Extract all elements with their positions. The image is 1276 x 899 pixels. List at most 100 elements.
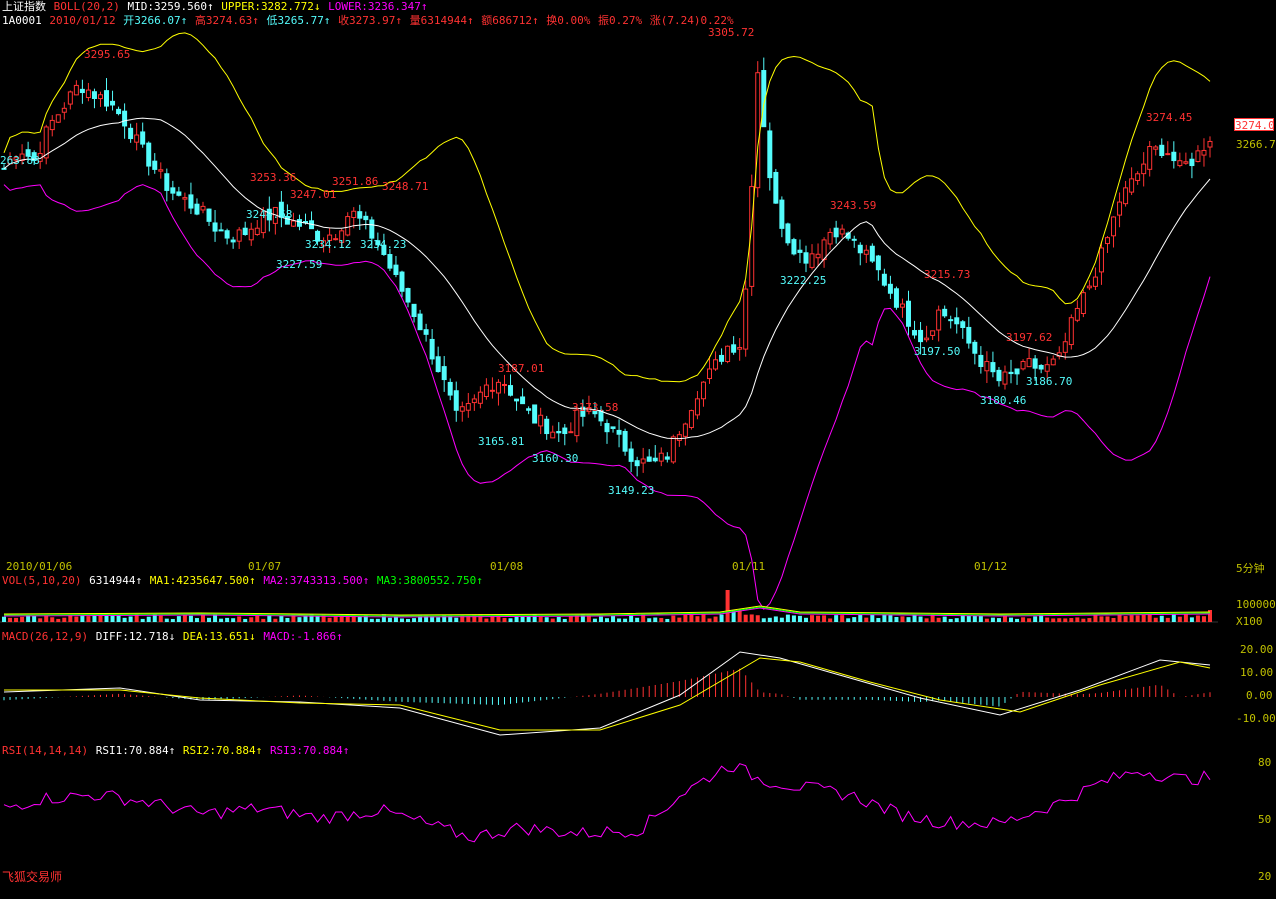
candle-body (188, 194, 194, 209)
candle-body (773, 171, 779, 204)
low-price-label: 3234.23 (360, 238, 406, 251)
volume-bar (635, 617, 640, 622)
candle-body (1074, 307, 1080, 321)
volume-bar (653, 617, 658, 622)
candle-body (1171, 151, 1177, 162)
candle-body (417, 313, 423, 331)
price-panel (1, 32, 1213, 610)
candle-body (73, 84, 79, 96)
high-price-label: 3197.62 (1006, 331, 1052, 344)
candle-body (737, 347, 743, 350)
volume-bar (32, 615, 37, 622)
volume-bar (399, 618, 404, 622)
volume-bar (840, 615, 845, 622)
volume-bar (912, 614, 917, 622)
volume-bar (996, 618, 1001, 622)
candle-body (116, 108, 122, 115)
candle-body (242, 227, 248, 236)
candle-body (49, 119, 55, 131)
candle-body (411, 303, 417, 318)
candle-body (236, 229, 242, 242)
volume-bar (1195, 615, 1200, 622)
volume-bar (544, 617, 549, 622)
volume-bar (924, 618, 929, 622)
candle-body (526, 408, 532, 411)
candle-body (899, 303, 905, 308)
candle-body (1080, 292, 1086, 314)
candle-body (1044, 364, 1050, 372)
volume-bar (74, 616, 79, 622)
candle-body (459, 406, 465, 412)
volume-bar (719, 614, 724, 622)
candle-body (688, 410, 694, 428)
volume-bar (1015, 618, 1020, 622)
volume-bar (876, 618, 881, 622)
volume-bar (297, 617, 302, 622)
volume-bar (749, 614, 754, 622)
candle-body (1050, 358, 1056, 366)
volume-bar (20, 616, 25, 622)
candle-body (839, 228, 845, 235)
candle-body (447, 381, 453, 396)
volume-bar (86, 616, 91, 622)
candle-body (1165, 153, 1171, 156)
candle-body (1177, 160, 1183, 167)
volume-bar (1135, 615, 1140, 622)
volume-bar (737, 610, 742, 622)
volume-bar (526, 616, 531, 622)
candle-body (912, 330, 918, 336)
volume-bar (484, 618, 489, 622)
volume-bar (50, 617, 55, 622)
volume-bar (556, 616, 561, 622)
volume-bar (1153, 617, 1158, 622)
candle-body (429, 338, 435, 360)
volume-bar (810, 615, 815, 622)
volume-bar (436, 617, 441, 622)
volume-bar (122, 617, 127, 622)
candle-body (978, 354, 984, 368)
volume-bar (713, 616, 718, 622)
candle-body (610, 426, 616, 429)
volume-bar (755, 615, 760, 622)
volume-bar (900, 616, 905, 622)
price-annotations: 3295.65 3253.36 3247.013251.86 3248.71 3187.… (0, 26, 1192, 497)
candle-body (399, 271, 405, 292)
volume-bar (116, 615, 121, 622)
low-price-label: 3165.81 (478, 435, 524, 448)
volume-bar (237, 616, 242, 622)
candle-body (134, 134, 140, 143)
volume-bar (243, 618, 248, 622)
candle-body (960, 321, 966, 328)
volume-bar (550, 618, 555, 622)
volume-bar (1057, 618, 1062, 622)
candle-body (200, 205, 206, 211)
candle-body (164, 173, 170, 191)
candle-body (544, 418, 550, 435)
volume-bar (315, 616, 320, 622)
candle-body (664, 456, 670, 460)
volume-bar (677, 617, 682, 622)
volume-bar (773, 616, 778, 622)
candle-body (1129, 178, 1135, 193)
candle-body (616, 429, 622, 435)
candle-body (700, 381, 706, 400)
candle-body (128, 127, 134, 140)
volume-bar (659, 617, 664, 622)
volume-bar (785, 614, 790, 622)
candle-body (827, 231, 833, 245)
candle-body (514, 398, 520, 402)
candle-body (676, 434, 682, 441)
candle-body (1068, 317, 1074, 346)
candle-body (1195, 150, 1201, 163)
volume-bar (822, 615, 827, 622)
candle-body (646, 456, 652, 462)
volume-bar (1141, 614, 1146, 622)
candle-body (1086, 285, 1092, 289)
volume-bar (767, 617, 772, 622)
volume-bar (1021, 617, 1026, 622)
candle-body (140, 131, 146, 145)
candle-body (1123, 187, 1129, 205)
volume-bar (888, 615, 893, 622)
candle-body (990, 362, 996, 373)
candle-body (345, 216, 351, 236)
